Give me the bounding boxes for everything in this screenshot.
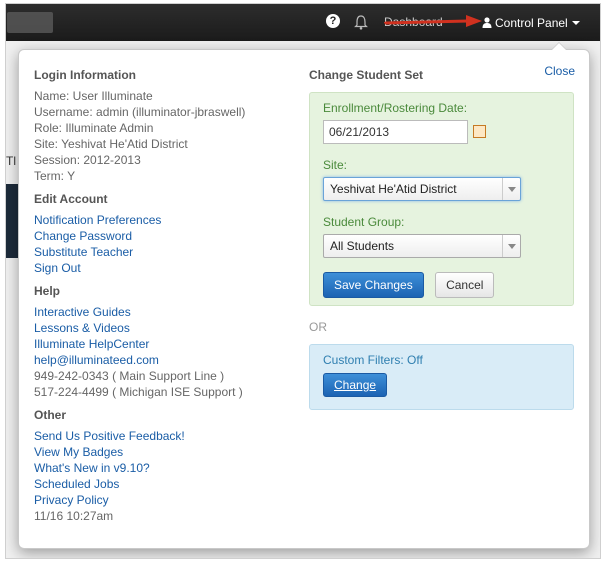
- privacy-policy-link[interactable]: Privacy Policy: [34, 492, 294, 508]
- custom-filters-box: Custom Filters: Off Change: [309, 344, 574, 410]
- date-input[interactable]: 06/21/2013: [323, 120, 468, 144]
- change-student-set-heading: Change Student Set: [309, 68, 424, 82]
- helpcenter-link[interactable]: Illuminate HelpCenter: [34, 336, 294, 352]
- timestamp: 11/16 10:27am: [34, 509, 114, 523]
- view-badges-link[interactable]: View My Badges: [34, 444, 294, 460]
- michigan-support-phone: 517-224-4499 ( Michigan ISE Support ): [34, 385, 243, 399]
- scheduled-jobs-link[interactable]: Scheduled Jobs: [34, 476, 294, 492]
- chevron-down-icon: [502, 178, 520, 200]
- lessons-videos-link[interactable]: Lessons & Videos: [34, 320, 294, 336]
- sign-out-link[interactable]: Sign Out: [34, 260, 294, 276]
- login-session: Session: 2012-2013: [34, 153, 141, 167]
- student-group-select[interactable]: All Students: [323, 234, 521, 258]
- help-heading: Help: [34, 284, 61, 298]
- bell-icon[interactable]: [354, 14, 368, 30]
- calendar-icon[interactable]: [473, 125, 486, 138]
- screenshot-frame: ? Dashboard Control Panel Tl Close Login…: [5, 3, 601, 559]
- login-term: Term: Y: [34, 169, 76, 183]
- login-role: Role: Illuminate Admin: [34, 121, 154, 135]
- control-panel-label: Control Panel: [495, 16, 568, 30]
- login-site: Site: Yeshivat He'Atid District: [34, 137, 188, 151]
- help-section: Help Interactive Guides Lessons & Videos…: [34, 284, 294, 400]
- other-section: Other Send Us Positive Feedback! View My…: [34, 408, 294, 524]
- site-select-value: Yeshivat He'Atid District: [330, 182, 457, 196]
- or-separator: OR: [309, 320, 327, 334]
- caret-down-icon: [571, 21, 580, 25]
- login-username: Username: admin (illuminator-jbraswell): [34, 105, 246, 119]
- login-information-heading: Login Information: [34, 68, 136, 82]
- date-label: Enrollment/Rostering Date:: [323, 101, 468, 115]
- student-set-column: Change Student Set Enrollment/Rostering …: [309, 68, 574, 410]
- form-actions: Save Changes Cancel: [323, 272, 560, 298]
- account-column: Login Information Name: User Illuminate …: [34, 68, 294, 532]
- substitute-teacher-link[interactable]: Substitute Teacher: [34, 244, 294, 260]
- other-heading: Other: [34, 408, 67, 422]
- positive-feedback-link[interactable]: Send Us Positive Feedback!: [34, 428, 294, 444]
- whats-new-link[interactable]: What's New in v9.10?: [34, 460, 294, 476]
- student-group-label: Student Group:: [323, 215, 405, 229]
- site-select[interactable]: Yeshivat He'Atid District: [323, 177, 521, 201]
- student-set-form: Enrollment/Rostering Date: 06/21/2013 Si…: [309, 92, 574, 306]
- change-filters-button[interactable]: Change: [323, 373, 388, 397]
- main-support-phone: 949-242-0343 ( Main Support Line ): [34, 369, 225, 383]
- background-partial-text: Tl: [6, 154, 16, 168]
- change-password-link[interactable]: Change Password: [34, 228, 294, 244]
- date-row: 06/21/2013: [323, 120, 560, 144]
- top-navigation-bar: ? Dashboard Control Panel: [6, 4, 600, 41]
- student-group-value: All Students: [330, 239, 395, 253]
- background-sidebar-strip: [6, 184, 18, 258]
- control-panel-menu[interactable]: Control Panel: [482, 12, 580, 34]
- site-label: Site:: [323, 158, 348, 172]
- save-changes-button[interactable]: Save Changes: [323, 272, 424, 298]
- edit-account-heading: Edit Account: [34, 192, 108, 206]
- help-email-link[interactable]: help@illuminateed.com: [34, 352, 294, 368]
- annotation-arrow: [384, 15, 482, 27]
- cancel-button[interactable]: Cancel: [435, 272, 495, 298]
- login-name: Name: User Illuminate: [34, 89, 153, 103]
- help-icon[interactable]: ?: [326, 14, 340, 28]
- notification-preferences-link[interactable]: Notification Preferences: [34, 212, 294, 228]
- edit-account-section: Edit Account Notification Preferences Ch…: [34, 192, 294, 276]
- chevron-down-icon: [502, 235, 520, 257]
- interactive-guides-link[interactable]: Interactive Guides: [34, 304, 294, 320]
- user-icon: [482, 17, 492, 28]
- custom-filters-label: Custom Filters: Off: [323, 353, 423, 367]
- app-logo[interactable]: [7, 12, 53, 33]
- login-information-section: Login Information Name: User Illuminate …: [34, 68, 294, 184]
- control-panel-dropdown: Close Login Information Name: User Illum…: [18, 42, 590, 549]
